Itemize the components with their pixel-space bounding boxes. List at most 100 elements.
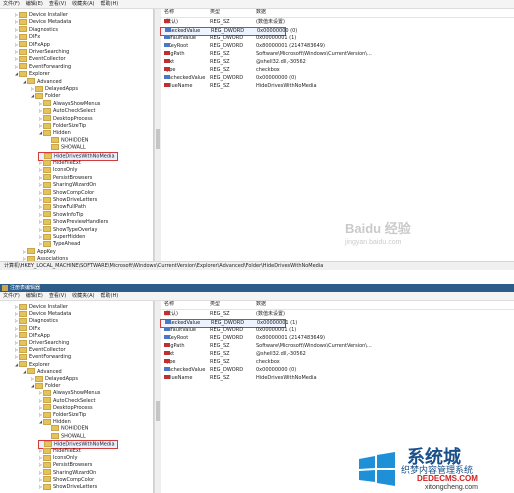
tree-item[interactable]: SHOWALL (46, 144, 86, 151)
tree-item[interactable]: ◢ Advanced (22, 368, 62, 375)
tree-item[interactable]: ▷ PersistBrowsers (38, 461, 92, 468)
value-row[interactable]: Text REG_SZ @shell32.dll,-30562 (160, 351, 514, 358)
tree-item[interactable]: ▷ EventCollector (14, 346, 66, 353)
value-row[interactable]: UncheckedValue REG_DWORD 0x00000000 (0) (160, 75, 514, 82)
tree-item[interactable]: ▷ ShowPreviewHandlers (38, 218, 108, 225)
tree-item[interactable]: ▷ SharingWizardOn (38, 181, 96, 188)
value-row[interactable]: UncheckedValue REG_DWORD 0x00000000 (0) (160, 367, 514, 374)
value-row[interactable]: ValueName REG_SZ HideDrivesWithNoMedia (160, 83, 514, 90)
menu-item[interactable]: 查看(V) (49, 0, 66, 8)
tree-item[interactable]: ▷ ShowCompColor (38, 189, 94, 196)
value-row[interactable]: Text REG_SZ @shell32.dll,-30562 (160, 59, 514, 66)
string-value-icon (164, 51, 170, 55)
tree-item[interactable]: ◢ Folder (30, 92, 60, 99)
value-row[interactable]: HKeyRoot REG_DWORD 0x80000001 (2147483649) (160, 43, 514, 50)
tree-item-label: NOHIDDEN (61, 137, 89, 144)
tree-item[interactable]: ▷ EventForwarding (14, 63, 71, 70)
tree-item[interactable]: ▷ DIFx (14, 325, 40, 332)
tree-item[interactable]: ▷ ShowTypeOverlay (38, 226, 97, 233)
column-type-header[interactable]: 类型 (210, 9, 220, 16)
tree-item[interactable]: ▷ SharingWizardOn (38, 469, 96, 476)
tree-item[interactable]: ◢ Explorer (14, 70, 50, 77)
menu-item[interactable]: 帮助(H) (101, 0, 119, 8)
tree-item-label: Diagnostics (29, 318, 59, 325)
tree-item[interactable]: ▷ HideFileExt (38, 447, 81, 454)
tree-item[interactable]: ▷ DIFxApp (14, 332, 50, 339)
column-name-header[interactable]: 名称 (164, 301, 174, 308)
tree-item[interactable]: ▷ AlwaysShowMenus (38, 389, 100, 396)
tree-item[interactable]: ▷ Device Installer (14, 303, 68, 310)
value-row[interactable]: ValueName REG_SZ HideDrivesWithNoMedia (160, 375, 514, 382)
value-row[interactable]: RegPath REG_SZ Software\Microsoft\Windows\… (160, 343, 514, 350)
column-name-header[interactable]: 名称 (164, 9, 174, 16)
column-data-header[interactable]: 数据 (256, 301, 266, 308)
registry-key-tree: ▷ Device Installer ▷ Device Metadata ▷ Diagno… (0, 9, 154, 261)
menu-item[interactable]: 收藏夹(A) (72, 0, 94, 8)
tree-item[interactable]: ▷ PersistBrowsers (38, 174, 92, 181)
value-row[interactable]: (默认) REG_SZ (数值未设置) (160, 19, 514, 26)
tree-item[interactable]: ▷ EventCollector (14, 55, 66, 62)
column-type-header[interactable]: 类型 (210, 301, 220, 308)
tree-item[interactable]: ▷ DelayedApps (30, 375, 78, 382)
watermark-site: DEDECMS.COM (417, 474, 478, 483)
tree-item[interactable]: ▷ AutoCheckSelect (38, 397, 95, 404)
tree-item[interactable]: ◢ Hidden (38, 129, 71, 136)
tree-item[interactable]: ▷ DelayedApps (30, 85, 78, 92)
tree-item[interactable]: ▷ IconsOnly (38, 166, 78, 173)
tree-item[interactable]: ▷ Device Metadata (14, 310, 71, 317)
tree-item[interactable]: ◢ Explorer (14, 361, 50, 368)
tree-item[interactable]: ▷ DesktopProcess (38, 115, 93, 122)
title-bar[interactable]: 注册表编辑器 (0, 284, 514, 292)
tree-item[interactable]: ▷ Diagnostics (14, 26, 58, 33)
tree-item[interactable]: ▷ HideFileExt (38, 159, 81, 166)
window-title: 注册表编辑器 (10, 285, 41, 291)
tree-item[interactable]: ▷ TypeAhead (38, 240, 80, 247)
tree-item[interactable]: ▷ AppKey (22, 248, 56, 255)
tree-item[interactable]: ▷ DIFxApp (14, 41, 50, 48)
tree-item[interactable]: NOHIDDEN (46, 136, 89, 144)
value-row[interactable]: Type REG_SZ checkbox (160, 359, 514, 366)
value-row[interactable]: (默认) REG_SZ (数值未设置) (160, 311, 514, 318)
tree-item[interactable]: ▷ EventForwarding (14, 353, 71, 360)
tree-item[interactable]: ◢ Folder (30, 382, 60, 389)
menu-item[interactable]: 查看(V) (49, 292, 66, 300)
tree-item[interactable]: ▷ ShowCompColor (38, 476, 94, 483)
folder-icon (43, 226, 51, 233)
tree-item[interactable]: ▷ FolderSizeTip (38, 411, 86, 418)
tree-item[interactable]: SHOWALL (46, 432, 86, 440)
menu-item[interactable]: 编辑(E) (26, 292, 43, 300)
tree-item[interactable]: ▷ ShowDriveLetters (38, 483, 97, 490)
tree-item[interactable]: ▷ AutoCheckSelect (38, 107, 95, 114)
tree-item[interactable]: ▷ ShowFullPath (38, 203, 86, 210)
value-row[interactable]: RegPath REG_SZ Software\Microsoft\Windows\… (160, 51, 514, 58)
menu-item[interactable]: 收藏夹(A) (72, 292, 94, 300)
tree-item[interactable]: ▷ DIFx (14, 33, 40, 40)
menu-item[interactable]: 文件(F) (3, 0, 20, 8)
tree-item[interactable]: ▷ IconsOnly (38, 454, 78, 461)
value-data: checkbox (256, 359, 280, 365)
tree-item[interactable]: ▷ SuperHidden (38, 233, 85, 240)
tree-item[interactable]: ◢ Hidden (38, 418, 71, 425)
folder-icon (43, 447, 51, 454)
tree-item[interactable]: ▷ Device Installer (14, 11, 68, 18)
tree-item[interactable]: NOHIDDEN (46, 425, 89, 432)
tree-item[interactable]: ▷ Device Metadata (14, 18, 71, 25)
value-row[interactable]: HKeyRoot REG_DWORD 0x80000001 (2147483649) (160, 335, 514, 342)
tree-item[interactable]: ◢ Advanced (22, 78, 62, 85)
tree-item[interactable]: ▷ FolderSizeTip (38, 122, 86, 129)
tree-item[interactable]: ▷ DriverSearching (14, 339, 69, 346)
value-row[interactable]: Type REG_SZ checkbox (160, 67, 514, 74)
value-row[interactable]: DefaultValue REG_DWORD 0x00000001 (1) (160, 35, 514, 42)
menu-item[interactable]: 编辑(E) (26, 0, 43, 8)
value-row[interactable]: DefaultValue REG_DWORD 0x00000001 (1) (160, 327, 514, 334)
tree-item[interactable]: ▷ DriverSearching (14, 48, 69, 55)
menu-item[interactable]: 帮助(H) (101, 292, 119, 300)
tree-item[interactable]: ▷ AlwaysShowMenus (38, 100, 100, 107)
tree-item[interactable]: ▷ ShowInfoTip (38, 211, 83, 218)
tree-item[interactable]: ▷ Diagnostics (14, 317, 58, 324)
tree-item[interactable]: ▷ ShowDriveLetters (38, 196, 97, 203)
column-data-header[interactable]: 数据 (256, 9, 266, 16)
tree-item[interactable]: ▷ DesktopProcess (38, 404, 93, 411)
menu-item[interactable]: 文件(F) (3, 292, 20, 300)
string-value-icon (164, 67, 170, 71)
